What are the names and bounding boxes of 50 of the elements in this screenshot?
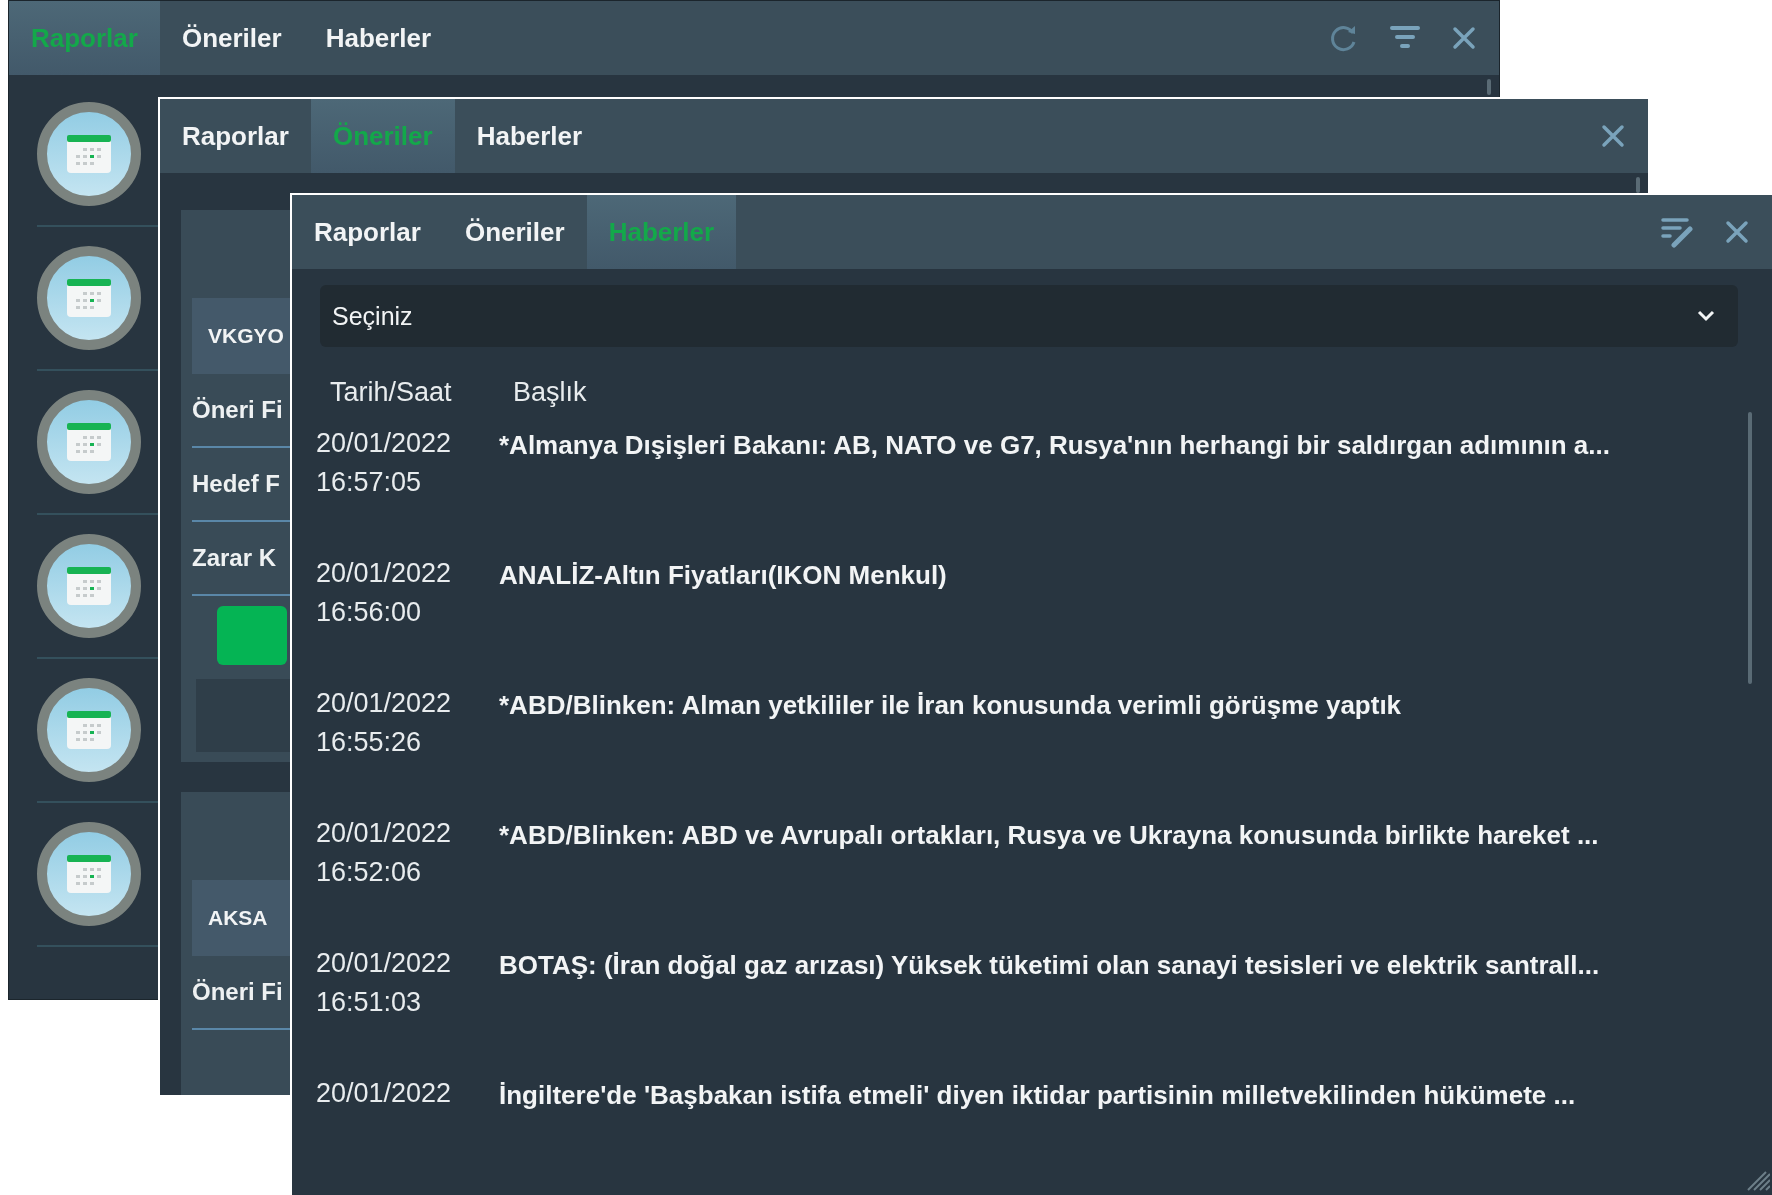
tab[interactable]: Öneriler <box>442 195 587 269</box>
date-text: 20/01/2022 <box>316 818 453 849</box>
headline-text: *Almanya Dışişleri Bakanı: AB, NATO ve G7, Rusya'nın herhangi bir saldırgan adımının a... <box>499 429 1611 462</box>
headline-text: *ABD/Blinken: ABD ve Avrupalı ortakları, Rusya ve Ukrayna konusunda birlikte hareket ... <box>499 819 1600 852</box>
news-row[interactable]: 20/01/2022 16:51:03 BOTAŞ: (İran doğal gaz arızası) Yüksek tüketimi olan sanayi tesisleri ve elektrik santrall... <box>316 928 1738 1058</box>
date-text: 20/01/2022 <box>316 558 453 589</box>
chevron-down-icon <box>1696 309 1716 323</box>
time-text: 16:51:03 <box>316 987 423 1018</box>
news-row[interactable]: 20/01/2022 16:52:06 *ABD/Blinken: ABD ve Avrupalı ortakları, Rusya ve Ukrayna konusunda birlikte hareket ... <box>316 798 1738 928</box>
calendar-icon[interactable] <box>37 246 141 350</box>
scrollbar[interactable] <box>1636 177 1640 193</box>
close-icon[interactable] <box>1724 219 1750 245</box>
headline-text: İngiltere'de 'Başbakan istifa etmeli' diyen iktidar partisinin milletvekilinden hükümete ... <box>499 1079 1577 1112</box>
column-header: Başlık <box>513 377 588 408</box>
edit-list-icon[interactable] <box>1660 216 1694 248</box>
news-row[interactable]: 20/01/2022 16:55:26 *ABD/Blinken: Alman yetkililer ile İran konusunda verimli görüşme yaptık <box>316 668 1738 798</box>
date-text: 20/01/2022 <box>316 948 453 979</box>
close-icon[interactable] <box>1600 123 1626 149</box>
headline-text: BOTAŞ: (İran doğal gaz arızası) Yüksek tüketimi olan sanayi tesisleri ve elektrik santrall... <box>499 949 1601 982</box>
headline-text: ANALİZ-Altın Fiyatları(IKON Menkul) <box>499 559 948 592</box>
calendar-icon[interactable] <box>37 102 141 206</box>
tab[interactable]: Raporlar <box>160 99 311 173</box>
news-row[interactable]: 20/01/2022 16:56:00 ANALİZ-Altın Fiyatları(IKON Menkul) <box>316 538 1738 668</box>
time-text: 16:56:00 <box>316 597 423 628</box>
calendar-icon[interactable] <box>37 822 141 926</box>
date-text: 20/01/2022 <box>316 1078 453 1109</box>
calendar-icon[interactable] <box>37 534 141 638</box>
calendar-icon[interactable] <box>37 390 141 494</box>
tab[interactable]: Haberler <box>454 99 605 173</box>
scrollbar[interactable] <box>1748 412 1752 684</box>
tab[interactable]: Öneriler <box>159 1 304 75</box>
field-label: Hedef F <box>192 470 280 498</box>
field-label: Zarar K <box>192 544 277 572</box>
date-text: 20/01/2022 <box>316 428 453 459</box>
select-dropdown[interactable]: Seçiniz <box>320 285 1738 347</box>
headline-text: *ABD/Blinken: Alman yetkililer ile İran konusunda verimli görüşme yaptık <box>499 689 1403 722</box>
column-header: Tarih/Saat <box>330 377 453 408</box>
news-row[interactable]: 20/01/2022 16:57:05 *Almanya Dışişleri Bakanı: AB, NATO ve G7, Rusya'nın herhangi bir saldırgan adımının a... <box>316 408 1738 538</box>
time-text: 16:52:06 <box>316 857 423 888</box>
date-text: 20/01/2022 <box>316 688 453 719</box>
scrollbar[interactable] <box>1487 79 1491 95</box>
field-label: Öneri Fi <box>192 396 283 424</box>
tab[interactable]: Haberler <box>303 1 454 75</box>
tab[interactable]: Raporlar <box>292 195 443 269</box>
close-icon[interactable] <box>1451 25 1477 51</box>
time-text: 16:55:26 <box>316 727 423 758</box>
field-label: Öneri Fi <box>192 978 283 1006</box>
time-text: 16:57:05 <box>316 467 423 498</box>
calendar-icon[interactable] <box>37 678 141 782</box>
news-row[interactable]: 20/01/2022 İngiltere'de 'Başbakan istifa etmeli' diyen iktidar partisinin milletvekilinden hükümete ... <box>316 1058 1738 1188</box>
